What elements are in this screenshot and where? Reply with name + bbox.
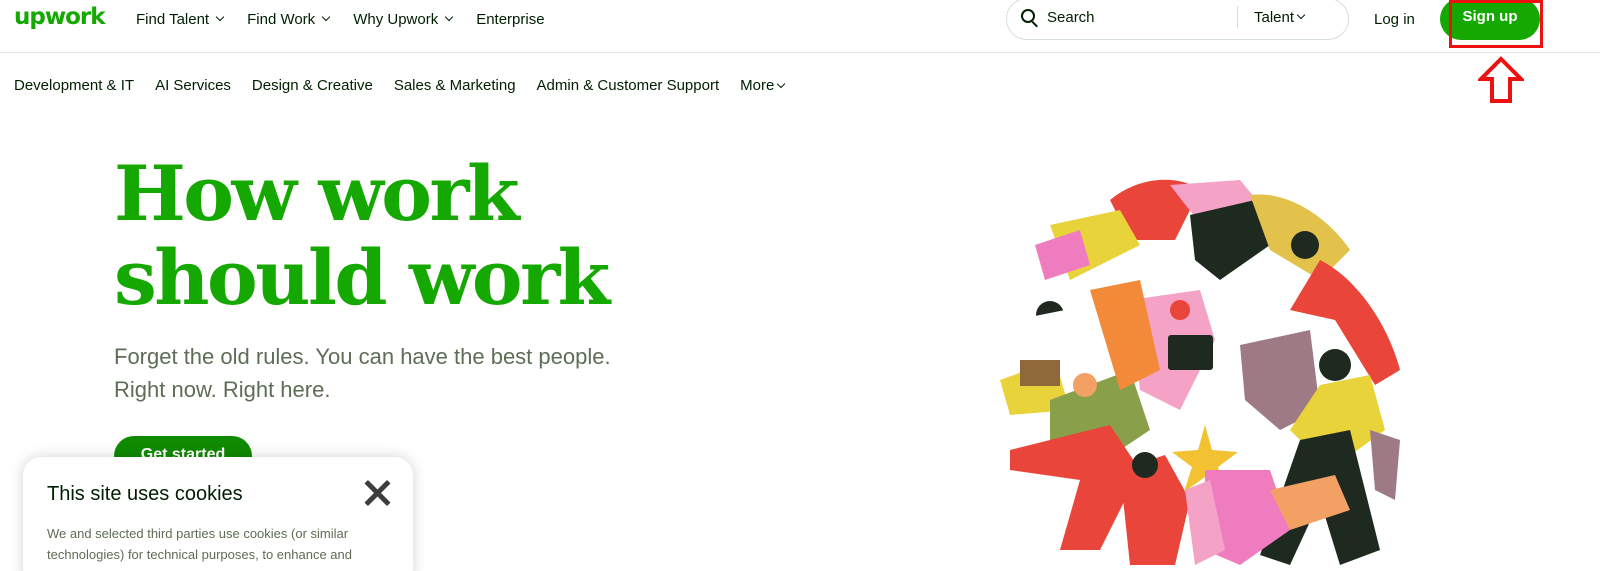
hero-subtitle-line-2: Right now. Right here.	[114, 377, 331, 402]
chevron-down-icon	[777, 79, 786, 88]
category-more-label: More	[740, 77, 775, 94]
search-icon[interactable]	[1021, 9, 1038, 28]
login-link[interactable]: Log in	[1374, 11, 1415, 28]
nav-find-work[interactable]: Find Work	[247, 10, 331, 28]
hero-title: How work should work	[114, 152, 634, 320]
cookie-banner: This site uses cookies We and selected t…	[23, 457, 413, 571]
search-scope-select[interactable]: Talent	[1254, 9, 1306, 26]
top-navigation-bar: upwork Find Talent Find Work Why Upwork …	[0, 0, 1600, 53]
cookie-banner-text: We and selected third parties use cookie…	[47, 526, 352, 562]
signup-highlight-box	[1449, 0, 1543, 48]
nav-enterprise[interactable]: Enterprise	[476, 10, 544, 28]
category-ai-services[interactable]: AI Services	[155, 77, 231, 94]
close-icon[interactable]	[363, 479, 391, 507]
arrow-up-icon	[1478, 56, 1524, 103]
upwork-logo[interactable]: upwork	[14, 4, 106, 30]
category-nav: Development & IT AI Services Design & Cr…	[14, 77, 786, 94]
main-nav: Find Talent Find Work Why Upwork Enterpr…	[136, 10, 545, 28]
category-design-creative[interactable]: Design & Creative	[252, 77, 373, 94]
nav-find-talent[interactable]: Find Talent	[136, 10, 225, 28]
category-admin-support[interactable]: Admin & Customer Support	[537, 77, 720, 94]
hero-title-line-2: should work	[114, 233, 610, 322]
category-more[interactable]: More	[740, 77, 786, 94]
search-bar: Talent	[1006, 0, 1349, 40]
hero-illustration	[1000, 179, 1400, 565]
nav-find-work-label: Find Work	[247, 10, 316, 28]
search-input[interactable]	[1047, 8, 1237, 26]
nav-find-talent-label: Find Talent	[136, 10, 210, 28]
chevron-down-icon	[1296, 10, 1306, 20]
chevron-down-icon	[444, 12, 454, 22]
search-scope-label: Talent	[1254, 8, 1295, 26]
category-sales-marketing[interactable]: Sales & Marketing	[394, 77, 516, 94]
nav-enterprise-label: Enterprise	[476, 10, 545, 28]
cookie-banner-title: This site uses cookies	[47, 483, 243, 505]
chevron-down-icon	[321, 12, 331, 22]
nav-why-upwork[interactable]: Why Upwork	[353, 10, 454, 28]
chevron-down-icon	[215, 12, 225, 22]
hero-subtitle-line-1: Forget the old rules. You can have the b…	[114, 344, 611, 369]
category-development-it[interactable]: Development & IT	[14, 77, 134, 94]
nav-why-upwork-label: Why Upwork	[353, 10, 439, 28]
hero-subtitle: Forget the old rules. You can have the b…	[114, 340, 674, 406]
hero-title-line-1: How work	[114, 149, 520, 238]
search-divider	[1237, 6, 1238, 28]
